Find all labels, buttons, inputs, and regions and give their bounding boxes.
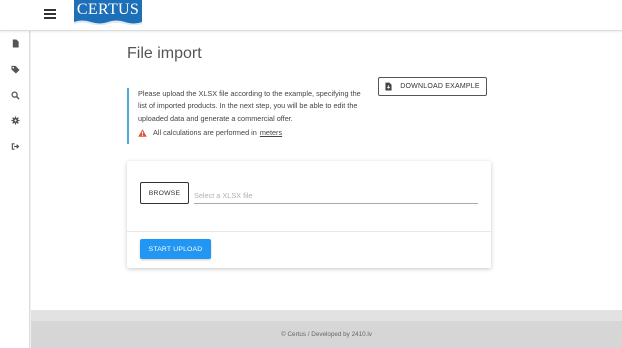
sidebar: [0, 31, 30, 348]
search-icon: [10, 90, 20, 100]
gear-icon: [10, 115, 20, 125]
footer-text: © Certus / Developed by 2410.lv: [281, 331, 372, 338]
footer: © Certus / Developed by 2410.lv: [31, 321, 622, 348]
sign-out-icon: [11, 142, 19, 150]
warning-text: All calculations are performed in: [153, 128, 257, 137]
start-upload-button[interactable]: START UPLOAD: [140, 239, 211, 259]
card-divider: [127, 231, 491, 232]
file-download-icon: [385, 82, 392, 91]
tags-icon: [10, 65, 20, 74]
file-icon: [12, 38, 19, 48]
meters-link[interactable]: meters: [260, 128, 282, 137]
browse-button[interactable]: BROWSE: [140, 182, 189, 204]
sidebar-item-files[interactable]: [0, 33, 30, 53]
warning-icon: [138, 128, 147, 137]
page-title: File import: [127, 45, 202, 62]
download-example-label: DOWNLOAD EXAMPLE: [400, 83, 480, 90]
certus-logo[interactable]: CERTUS: [74, 0, 142, 25]
sidebar-item-search[interactable]: [0, 85, 30, 105]
info-text: Please upload the XLSX file according to…: [138, 89, 361, 123]
logo-wave-graphic: [74, 20, 142, 25]
units-warning: All calculations are performed in meters: [138, 128, 282, 137]
top-bar: CERTUS: [0, 0, 622, 31]
upload-card: BROWSE START UPLOAD: [127, 161, 491, 268]
sidebar-item-tags[interactable]: [0, 59, 30, 79]
sidebar-item-settings[interactable]: [0, 110, 30, 130]
main-content: File import Please upload the XLSX file …: [31, 31, 622, 310]
hamburger-icon[interactable]: [44, 9, 56, 19]
info-panel: Please upload the XLSX file according to…: [127, 88, 367, 144]
sidebar-item-logout[interactable]: [0, 136, 30, 156]
footer-divider: [31, 310, 622, 321]
download-example-button[interactable]: DOWNLOAD EXAMPLE: [378, 77, 487, 96]
file-path-input[interactable]: [194, 187, 478, 204]
